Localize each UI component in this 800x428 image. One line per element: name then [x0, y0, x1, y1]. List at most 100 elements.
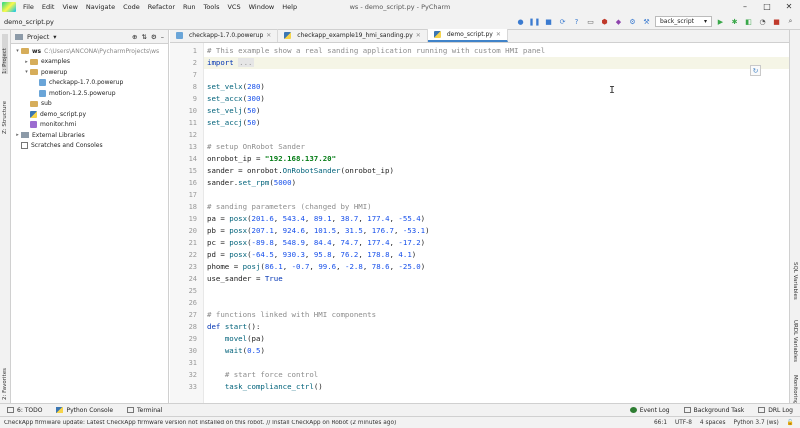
inspection-widget-icon[interactable]: ↻ [750, 65, 761, 76]
python-console-tool-button[interactable]: Python Console [49, 407, 120, 414]
menu-tools[interactable]: Tools [199, 3, 223, 11]
menu-vcs[interactable]: VCS [223, 3, 244, 11]
pause-icon[interactable]: ❚❚ [529, 16, 541, 27]
monitor-icon[interactable]: ▭ [585, 16, 596, 27]
indent-setting[interactable]: 4 spaces [700, 420, 726, 426]
background-task-tool-button[interactable]: Background Task [677, 407, 752, 414]
code-line[interactable]: # setup OnRobot Sander [207, 141, 305, 153]
editor-tab[interactable]: checkapp-1.7.0.powerup ✕ [170, 29, 279, 42]
menu-refactor[interactable]: Refactor [144, 3, 179, 11]
close-tab-icon[interactable]: ✕ [416, 32, 421, 39]
code-line[interactable]: # sanding parameters (changed by HMI) [207, 201, 372, 213]
todo-tool-button[interactable]: 6: TODO [0, 407, 49, 414]
project-tool-button[interactable]: 1: Project [2, 34, 8, 74]
chevron-right-icon[interactable]: ▸ [23, 59, 30, 65]
minimize-button[interactable]: – [734, 0, 756, 14]
menu-run[interactable]: Run [179, 3, 199, 11]
close-tab-icon[interactable]: ✕ [266, 32, 271, 39]
breadcrumb[interactable]: demo_script.py [0, 18, 54, 26]
code-line[interactable]: movel(pa) [207, 333, 265, 345]
code-line[interactable]: import ... [204, 57, 789, 69]
debug-icon[interactable]: ✱ [729, 16, 740, 27]
collapse-all-icon[interactable]: ⇅ [141, 33, 146, 41]
menu-help[interactable]: Help [278, 3, 301, 11]
gear-icon[interactable]: ⚙ [151, 33, 157, 41]
run-configuration-select[interactable]: back_script ▾ [655, 16, 712, 27]
code-line[interactable]: pa = posx(201.6, 543.4, 89.1, 38.7, 177.… [207, 213, 425, 225]
menu-edit[interactable]: Edit [38, 3, 59, 11]
terminal-tool-button[interactable]: Terminal [120, 407, 169, 414]
code-line[interactable]: phome = posj(86.1, -0.7, 99.6, -2.8, 78.… [207, 261, 425, 273]
code-line[interactable]: set_velx(280) [207, 81, 265, 93]
project-panel-title[interactable]: Project [27, 33, 49, 41]
editor-tab[interactable]: demo_script.py ✕ [427, 29, 508, 42]
code-line[interactable]: # This example show a real sanding appli… [207, 45, 545, 57]
profile-icon[interactable]: ◔ [757, 16, 768, 27]
menu-view[interactable]: View [58, 3, 81, 11]
plugin-icon[interactable]: ⬢ [599, 16, 610, 27]
hmi-icon[interactable]: ◆ [613, 16, 624, 27]
menu-file[interactable]: File [19, 3, 38, 11]
tree-item[interactable]: ▾ powerup [11, 67, 168, 78]
hammer-icon[interactable]: ⚒ [641, 16, 652, 27]
code-line[interactable]: pd = posx(-64.5, 930.3, 95.8, 76.2, 178.… [207, 249, 416, 261]
code-line[interactable]: set_accx(300) [207, 93, 265, 105]
close-tab-icon[interactable]: ✕ [496, 31, 501, 38]
run-icon[interactable]: ▶ [715, 16, 726, 27]
tree-item[interactable]: sub [11, 99, 168, 110]
stop-icon[interactable]: ■ [543, 16, 554, 27]
event-log-tool-button[interactable]: Event Log [623, 407, 677, 414]
drl-log-tool-button[interactable]: DRL Log [751, 407, 800, 414]
code-line[interactable]: set_accj(50) [207, 117, 260, 129]
code-line[interactable]: task_compliance_ctrl() [207, 381, 323, 393]
tree-item[interactable]: ▸ External Libraries [11, 130, 168, 141]
sync-icon[interactable]: ⟳ [557, 16, 568, 27]
hide-icon[interactable]: – [161, 33, 164, 41]
monitoring-tool-button[interactable]: Monitoring [792, 375, 798, 404]
code-line[interactable]: sander = onrobot.OnRobotSander(onrobot_i… [207, 165, 394, 177]
locate-icon[interactable]: ⊕ [132, 33, 137, 41]
favorites-tool-button[interactable]: 2: Favorites [2, 360, 8, 400]
structure-tool-button[interactable]: Z: Structure [2, 90, 8, 134]
sql-variables-tool-button[interactable]: SQL Variables [792, 262, 798, 312]
tree-item[interactable]: checkapp-1.7.0.powerup [11, 78, 168, 89]
status-message[interactable]: CheckApp firmware update: Latest CheckAp… [0, 420, 654, 426]
tree-item[interactable]: ▾ ws C:\Users\ANCONA\PycharmProjects\ws [11, 46, 168, 57]
code-line[interactable]: pc = posx(-89.8, 548.9, 84.4, 74.7, 177.… [207, 237, 425, 249]
caret-position[interactable]: 66:1 [654, 420, 667, 426]
menu-navigate[interactable]: Navigate [82, 3, 119, 11]
code-line[interactable]: pb = posx(207.1, 924.6, 101.5, 31.5, 176… [207, 225, 430, 237]
search-icon[interactable]: ⌕ [785, 16, 796, 27]
menu-code[interactable]: Code [119, 3, 144, 11]
code-line[interactable]: set_velj(50) [207, 105, 260, 117]
close-window-button[interactable]: ✕ [778, 0, 800, 14]
editor-tab[interactable]: checkapp_example19_hmi_sanding.py ✕ [278, 29, 428, 42]
tree-item[interactable]: motion-1.2.5.powerup [11, 88, 168, 99]
chevron-down-icon[interactable]: ▾ [23, 69, 30, 75]
menu-window[interactable]: Window [245, 3, 279, 11]
code-line[interactable]: wait(0.5) [207, 345, 265, 357]
tree-item[interactable]: ▸ examples [11, 57, 168, 68]
code-line[interactable]: # start force control [207, 369, 318, 381]
tree-item[interactable]: demo_script.py [11, 109, 168, 120]
chevron-right-icon[interactable]: ▸ [14, 132, 21, 138]
code-line[interactable]: sander.set_rpm(5000) [207, 177, 296, 189]
lock-icon[interactable]: 🔓 [787, 420, 794, 426]
code-line[interactable]: def start(): [207, 321, 260, 333]
python-interpreter[interactable]: Python 3.7 (ws) [733, 420, 778, 426]
stop-run-icon[interactable]: ■ [771, 16, 782, 27]
coverage-icon[interactable]: ◧ [743, 16, 754, 27]
robot-connect-icon[interactable]: ● [515, 16, 526, 27]
chevron-down-icon[interactable]: ▾ [53, 33, 56, 41]
code-editor[interactable]: 1 2 7 8 9 10 11 12 13 14 15 16 17 18 19 20 21 22 23 24 25 26 2… [170, 43, 789, 403]
help-icon[interactable]: ? [571, 16, 582, 27]
tree-item[interactable]: Scratches and Consoles [11, 141, 168, 152]
code-line[interactable]: onrobot_ip = "192.168.137.20" [207, 153, 336, 165]
chevron-down-icon[interactable]: ▾ [14, 48, 21, 54]
code-line[interactable]: # functions linked with HMI components [207, 309, 376, 321]
maximize-button[interactable]: □ [756, 0, 778, 14]
urdl-variables-tool-button[interactable]: URDL Variables [792, 320, 798, 372]
file-encoding[interactable]: UTF-8 [675, 420, 692, 426]
settings-icon[interactable]: ⚙ [627, 16, 638, 27]
code-line[interactable]: use_sander = True [207, 273, 283, 285]
